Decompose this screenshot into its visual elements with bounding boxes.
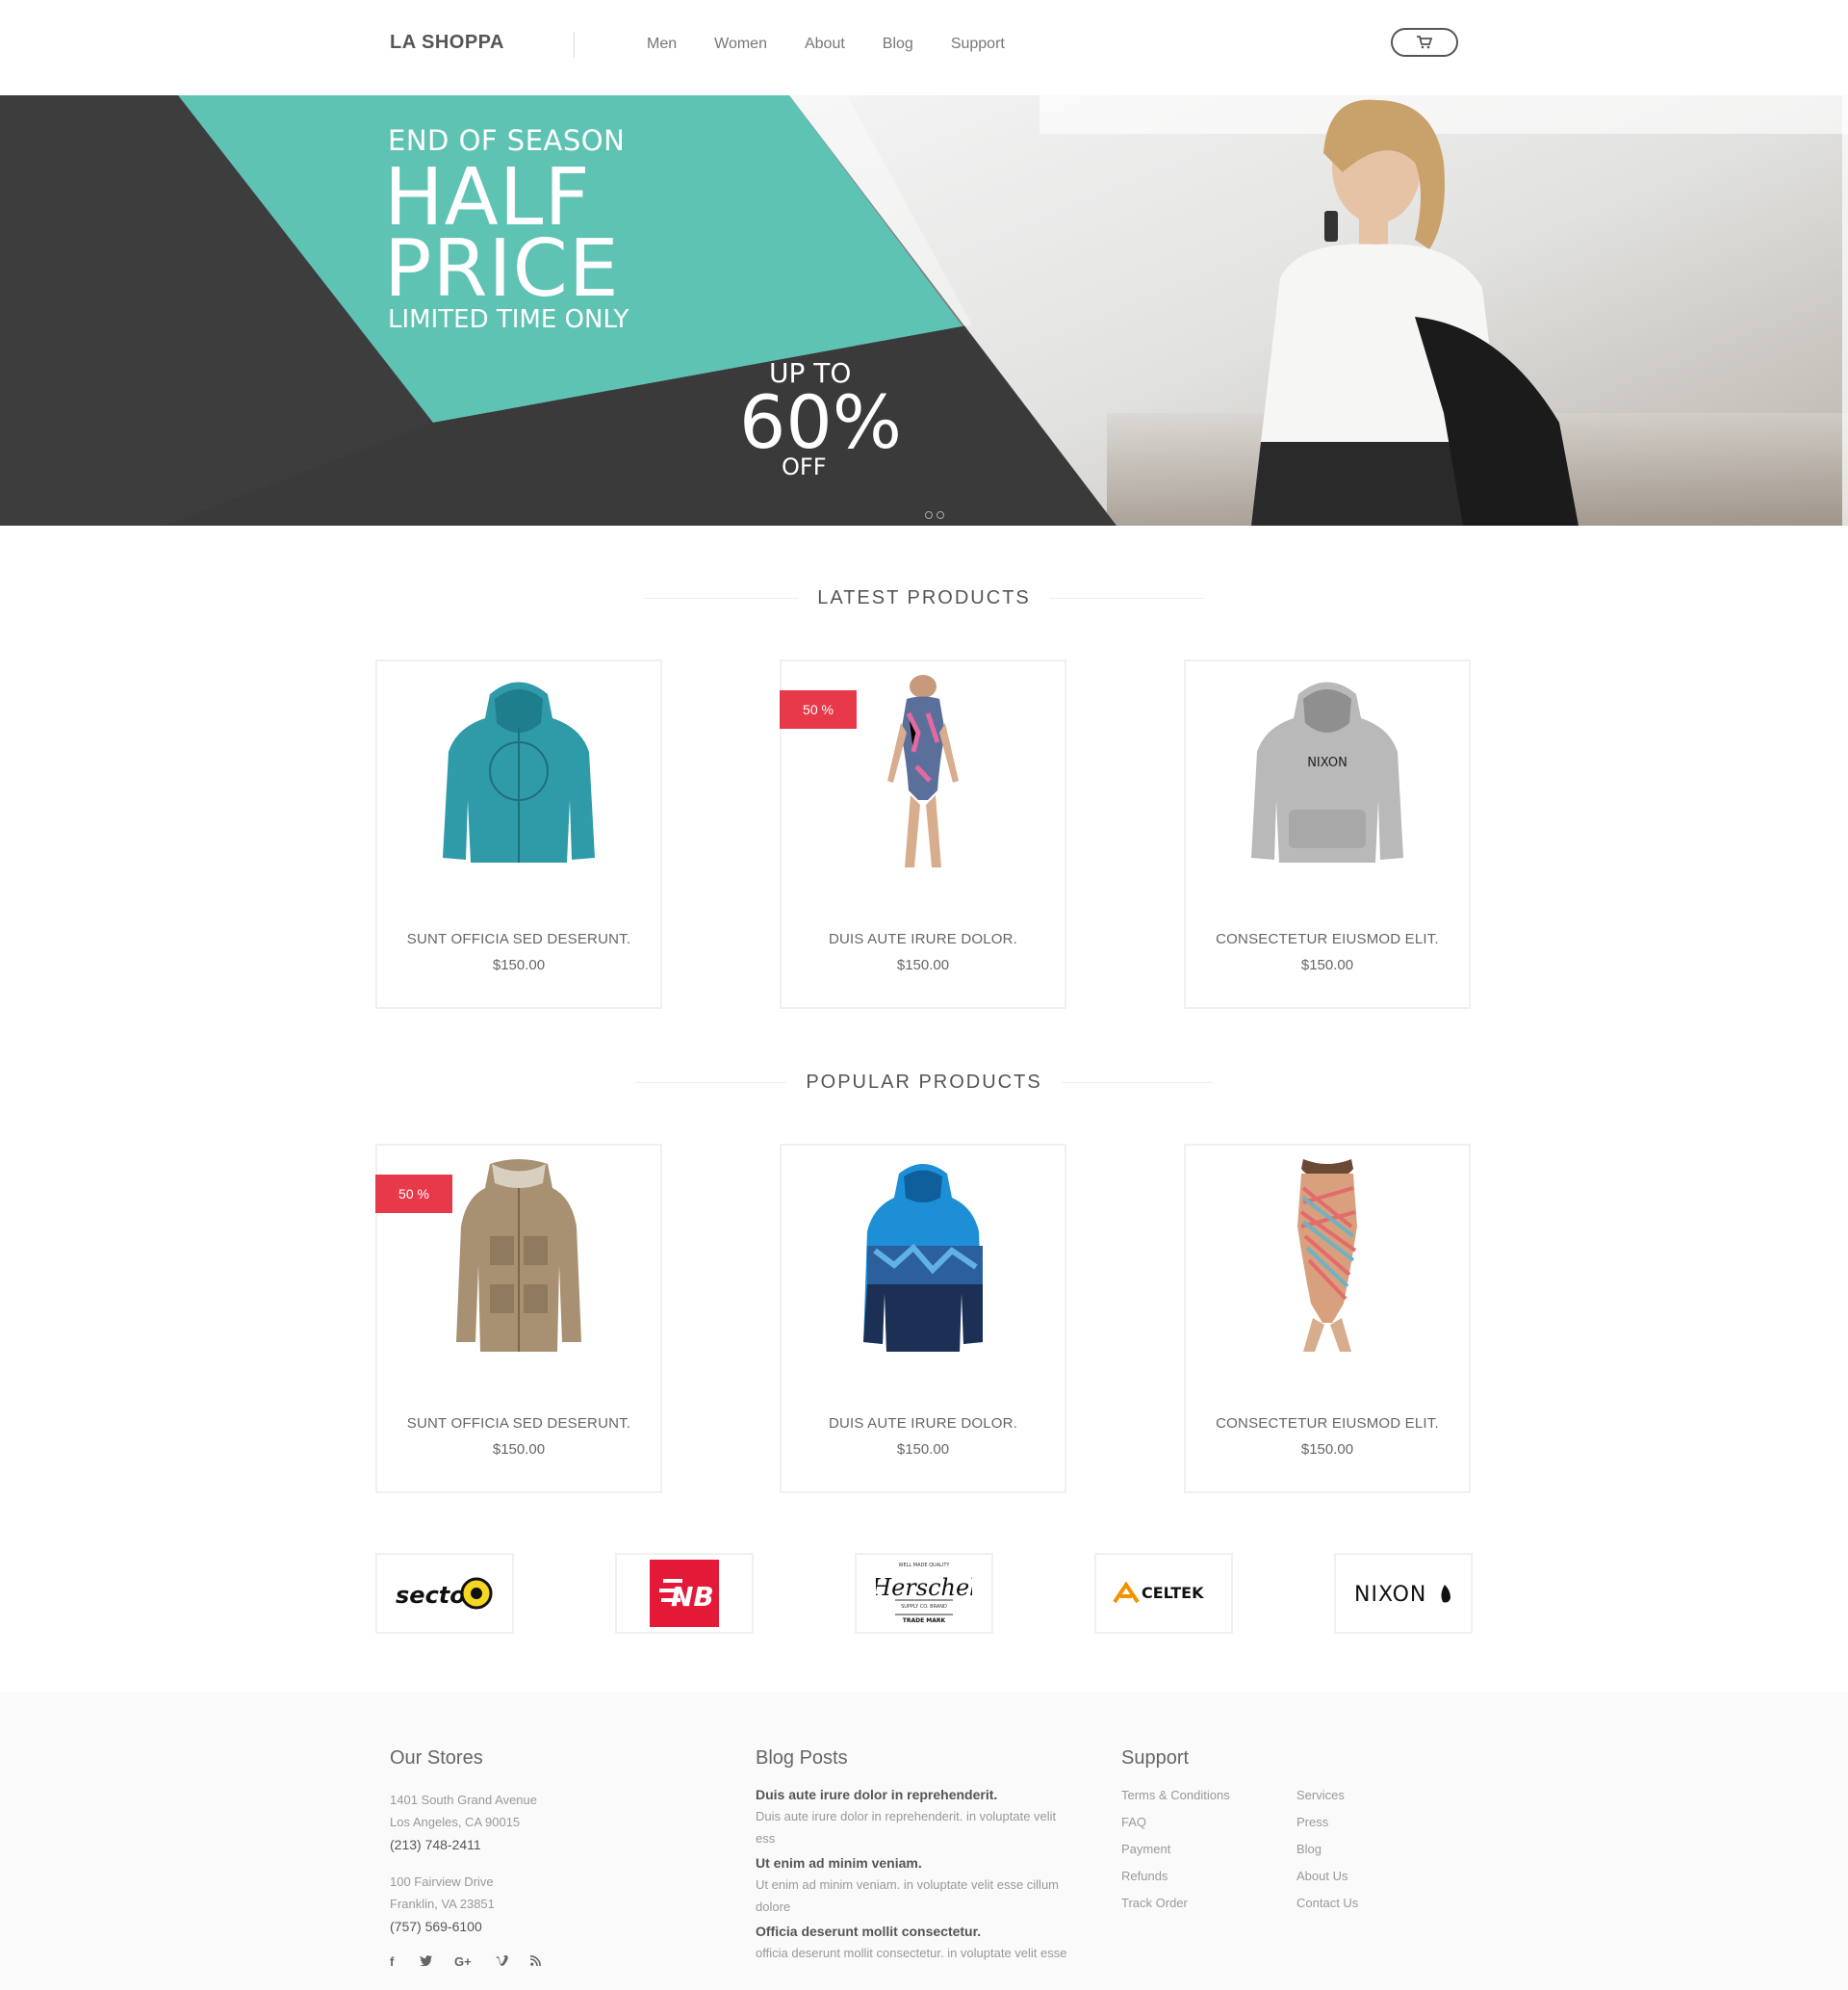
- cart-button[interactable]: [1391, 28, 1458, 57]
- blog-post-title[interactable]: Duis aute irure dolor in reprehenderit.: [756, 1787, 997, 1802]
- herschel-logo: WELL MADE QUALITY Herschel SUPPLY CO. BR…: [876, 1563, 972, 1624]
- hero-headline-line2: PRICE: [384, 223, 620, 315]
- new-balance-logo-text: NB: [671, 1581, 714, 1613]
- header-divider: [574, 32, 575, 58]
- herschel-logo-text-top: WELL MADE QUALITY: [899, 1563, 951, 1568]
- site-logo[interactable]: LA SHOPPA: [390, 32, 504, 54]
- product-card[interactable]: 50 % DUIS AUTE IRURE DOLOR. $150.00: [780, 659, 1066, 1009]
- latest-products-title: LATEST PRODUCTS: [0, 587, 1848, 609]
- footer-link-track-order[interactable]: Track Order: [1121, 1896, 1188, 1910]
- blog-post-title[interactable]: Ut enim ad minim veniam.: [756, 1855, 922, 1871]
- hero-banner[interactable]: END OF SEASON HALF PRICE LIMITED TIME ON…: [0, 95, 1848, 526]
- footer-link-faq[interactable]: FAQ: [1121, 1815, 1146, 1829]
- carousel-dots: [925, 511, 944, 519]
- footer-link-contact-us[interactable]: Contact Us: [1296, 1896, 1358, 1910]
- store1-address-line1: 1401 South Grand Avenue: [390, 1793, 537, 1807]
- footer-link-blog[interactable]: Blog: [1296, 1842, 1322, 1856]
- product-image-grey-nixon-hoodie: NIXON: [1186, 675, 1469, 869]
- blog-post-excerpt: Ut enim ad minim veniam. in voluptate ve…: [756, 1877, 1060, 1892]
- product-name: DUIS AUTE IRURE DOLOR.: [828, 1415, 1018, 1432]
- product-name: SUNT OFFICIA SED DESERUNT.: [406, 931, 631, 947]
- popular-products-title: POPULAR PRODUCTS: [0, 1072, 1848, 1094]
- blog-post-excerpt: officia deserunt mollit consectetur. in …: [756, 1946, 1067, 1960]
- site-header: LA SHOPPA Men Women About Blog Support: [0, 0, 1848, 95]
- blog-post-excerpt-cont: ess: [756, 1831, 776, 1846]
- product-card[interactable]: SUNT OFFICIA SED DESERUNT. $150.00: [375, 659, 662, 1009]
- brand-logo-celtek[interactable]: CELTEK: [1094, 1553, 1233, 1634]
- sector9-logo: sector9: [396, 1577, 493, 1610]
- footer-link-payment[interactable]: Payment: [1121, 1842, 1170, 1856]
- new-balance-logo: NB: [650, 1560, 719, 1627]
- nixon-logo-text: NIXON: [1354, 1583, 1426, 1607]
- footer-stores-heading: Our Stores: [390, 1747, 483, 1769]
- nav-item-support[interactable]: Support: [951, 36, 1005, 53]
- hero-eyebrow: END OF SEASON: [388, 124, 626, 157]
- main-nav: Men Women About Blog Support: [647, 36, 1042, 53]
- hero-subheadline: LIMITED TIME ONLY: [388, 305, 629, 334]
- carousel-dot-1[interactable]: [925, 511, 933, 519]
- herschel-logo-text-bottom: TRADE MARK: [903, 1617, 946, 1624]
- blog-post-excerpt: Duis aute irure dolor in reprehenderit. …: [756, 1809, 1057, 1823]
- hero-discount-percent: 60%: [739, 379, 902, 465]
- celtek-logo-text: CELTEK: [1142, 1584, 1204, 1602]
- hero-off: OFF: [782, 453, 827, 480]
- product-price: $150.00: [492, 1441, 546, 1458]
- footer-link-services[interactable]: Services: [1296, 1788, 1345, 1802]
- nav-item-blog[interactable]: Blog: [883, 36, 913, 53]
- cart-icon: [1417, 36, 1432, 49]
- product-image-khaki-parka: [377, 1159, 660, 1354]
- footer-link-about-us[interactable]: About Us: [1296, 1869, 1348, 1883]
- store2-address-line2: Franklin, VA 23851: [390, 1897, 495, 1911]
- popular-products-heading: POPULAR PRODUCTS: [786, 1072, 1062, 1093]
- celtek-logo: CELTEK: [1113, 1581, 1204, 1604]
- hero-background: [0, 95, 1848, 526]
- product-card[interactable]: CONSECTETUR EIUSMOD ELIT. $150.00: [1184, 1144, 1471, 1493]
- store2-phone[interactable]: (757) 569-6100: [390, 1919, 482, 1934]
- nixon-logo: NIXON: [1354, 1583, 1450, 1607]
- blog-post-title[interactable]: Officia deserunt mollit consectetur.: [756, 1924, 981, 1939]
- carousel-dot-2[interactable]: [937, 511, 944, 519]
- brand-logo-new-balance[interactable]: NB: [615, 1553, 754, 1634]
- product-card[interactable]: NIXON CONSECTETUR EIUSMOD ELIT. $150.00: [1184, 659, 1471, 1009]
- nav-item-women[interactable]: Women: [714, 36, 767, 53]
- product-price: $150.00: [896, 1441, 950, 1458]
- blog-post-excerpt-cont: dolore: [756, 1900, 791, 1914]
- product-price: $150.00: [492, 957, 546, 973]
- product-price: $150.00: [1300, 1441, 1354, 1458]
- store1-phone[interactable]: (213) 748-2411: [390, 1837, 481, 1852]
- herschel-logo-text-middle: SUPPLY CO. BRAND: [901, 1604, 947, 1610]
- nav-item-men[interactable]: Men: [647, 36, 677, 53]
- product-price: $150.00: [896, 957, 950, 973]
- store2-address-line1: 100 Fairview Drive: [390, 1874, 494, 1889]
- footer-link-refunds[interactable]: Refunds: [1121, 1869, 1168, 1883]
- footer-link-press[interactable]: Press: [1296, 1815, 1328, 1829]
- product-name: DUIS AUTE IRURE DOLOR.: [828, 931, 1018, 947]
- brand-logo-nixon[interactable]: NIXON: [1334, 1553, 1473, 1634]
- brand-logo-herschel[interactable]: WELL MADE QUALITY Herschel SUPPLY CO. BR…: [855, 1553, 993, 1634]
- google-plus-icon[interactable]: G+: [454, 1954, 472, 1969]
- product-image-teal-hoodie: [377, 675, 660, 869]
- product-name: SUNT OFFICIA SED DESERUNT.: [406, 1415, 631, 1432]
- twitter-icon[interactable]: [420, 1954, 432, 1969]
- brand-logo-sector9[interactable]: sector9: [375, 1553, 514, 1634]
- store1-address-line2: Los Angeles, CA 90015: [390, 1815, 521, 1829]
- footer-blog-heading: Blog Posts: [756, 1747, 848, 1769]
- latest-products-heading: LATEST PRODUCTS: [798, 587, 1050, 608]
- footer-link-terms[interactable]: Terms & Conditions: [1121, 1788, 1230, 1802]
- product-image-blue-camo-jacket: [782, 1159, 1065, 1354]
- product-card[interactable]: DUIS AUTE IRURE DOLOR. $150.00: [780, 1144, 1066, 1493]
- vimeo-icon[interactable]: [496, 1954, 508, 1969]
- nav-item-about[interactable]: About: [805, 36, 845, 53]
- product-name: CONSECTETUR EIUSMOD ELIT.: [1216, 1415, 1439, 1432]
- product-card[interactable]: 50 % SUNT OFFICIA SED DESERUNT. $150.00: [375, 1144, 662, 1493]
- product-name: CONSECTETUR EIUSMOD ELIT.: [1216, 931, 1439, 947]
- facebook-icon[interactable]: f: [390, 1954, 394, 1969]
- product-image-striped-swimsuit: [1186, 1159, 1469, 1354]
- product-image-floral-swimsuit: [782, 675, 1065, 869]
- nixon-hoodie-print: NIXON: [1307, 756, 1348, 770]
- herschel-logo-text: Herschel: [876, 1574, 972, 1601]
- footer-support-heading: Support: [1121, 1747, 1190, 1769]
- product-price: $150.00: [1300, 957, 1354, 973]
- rss-icon[interactable]: [529, 1954, 541, 1969]
